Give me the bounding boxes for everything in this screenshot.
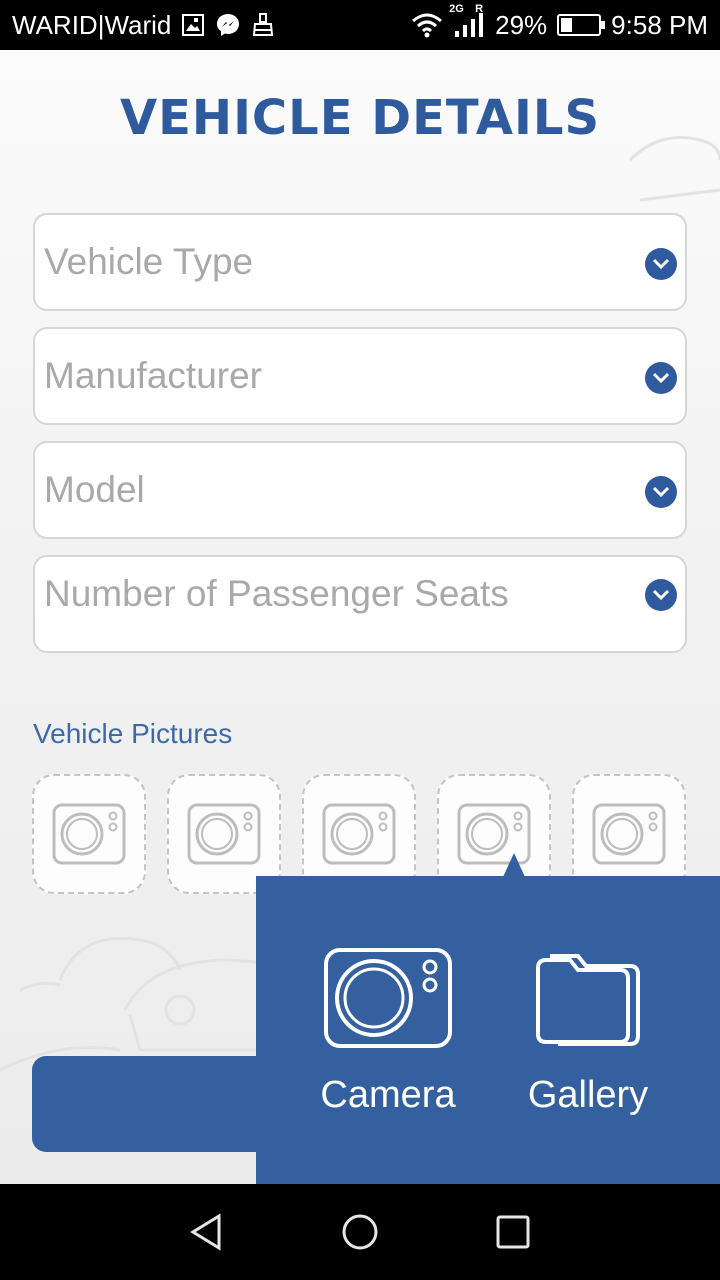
signal-icon: 2G R bbox=[449, 3, 485, 39]
wifi-icon bbox=[411, 12, 443, 38]
vehicle-type-dropdown[interactable]: Vehicle Type bbox=[33, 213, 687, 311]
carrier-name: WARID|Warid bbox=[12, 9, 172, 40]
back-button[interactable] bbox=[177, 1202, 237, 1262]
folder-icon bbox=[534, 946, 642, 1050]
gallery-label: Gallery bbox=[527, 1074, 649, 1116]
image-source-popup: Camera Gallery bbox=[256, 876, 720, 1184]
gallery-option[interactable]: Gallery bbox=[518, 876, 658, 1184]
vehicle-type-label: Vehicle Type bbox=[44, 241, 254, 282]
camera-icon bbox=[187, 803, 261, 865]
passenger-seats-dropdown[interactable]: Number of Passenger Seats bbox=[33, 555, 687, 653]
recents-icon bbox=[496, 1215, 530, 1249]
messenger-icon bbox=[215, 12, 241, 38]
vehicle-pictures-label: Vehicle Pictures bbox=[33, 718, 233, 749]
picture-slot-1[interactable] bbox=[32, 774, 146, 894]
passenger-seats-label: Number of Passenger Seats bbox=[44, 573, 509, 614]
chevron-down-icon bbox=[645, 248, 677, 280]
battery-icon bbox=[557, 14, 606, 36]
status-right: 2G R 29% 9:58 PM bbox=[411, 3, 708, 41]
camera-icon bbox=[324, 946, 452, 1050]
camera-icon bbox=[322, 803, 396, 865]
gallery-icon bbox=[181, 13, 205, 37]
model-dropdown[interactable]: Model bbox=[33, 441, 687, 539]
vehicle-details-screen: VEHICLE DETAILS Vehicle Type Manufacture… bbox=[0, 50, 720, 1184]
manufacturer-dropdown[interactable]: Manufacturer bbox=[33, 327, 687, 425]
manufacturer-label: Manufacturer bbox=[44, 355, 262, 396]
camera-icon bbox=[52, 803, 126, 865]
popup-pointer bbox=[503, 853, 525, 877]
recents-button[interactable] bbox=[483, 1202, 543, 1262]
roaming-indicator: R bbox=[475, 3, 484, 15]
navigation-bar bbox=[0, 1184, 720, 1280]
network-type: 2G bbox=[449, 3, 464, 15]
home-button[interactable] bbox=[330, 1202, 390, 1262]
chevron-down-icon bbox=[645, 362, 677, 394]
camera-icon bbox=[592, 803, 666, 865]
camera-option[interactable]: Camera bbox=[318, 876, 458, 1184]
camera-label: Camera bbox=[320, 1074, 456, 1116]
cleaner-icon bbox=[251, 12, 275, 38]
battery-percent: 29% bbox=[495, 9, 548, 40]
clock: 9:58 PM bbox=[611, 9, 708, 40]
model-label: Model bbox=[44, 469, 145, 510]
status-bar: WARID|Warid 2G R 29% 9:58 PM bbox=[0, 0, 720, 50]
chevron-down-icon bbox=[645, 579, 677, 611]
back-icon bbox=[189, 1213, 221, 1251]
chevron-down-icon bbox=[645, 476, 677, 508]
status-left: WARID|Warid bbox=[12, 10, 275, 41]
page-title: VEHICLE DETAILS bbox=[119, 90, 601, 146]
home-icon bbox=[342, 1214, 378, 1250]
